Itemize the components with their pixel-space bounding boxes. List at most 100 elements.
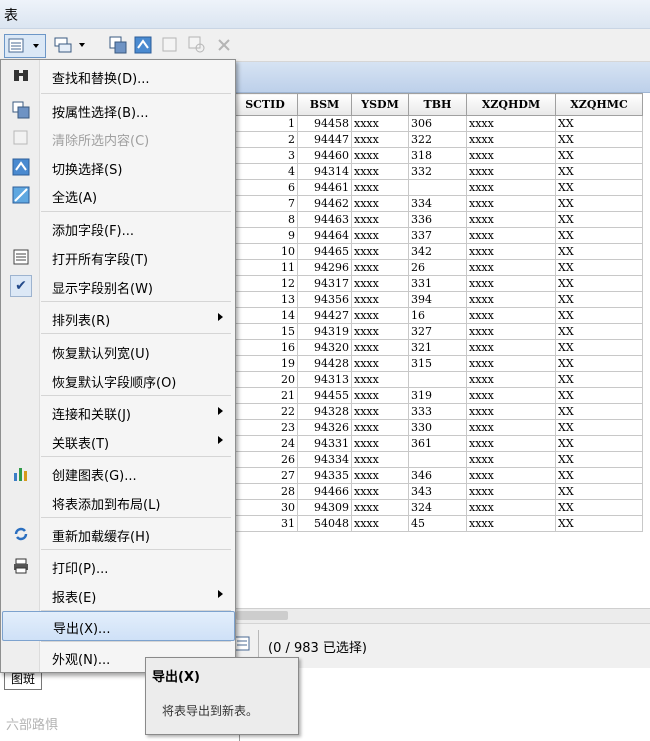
table-cell[interactable]: xxxx — [351, 195, 409, 212]
table-cell[interactable]: XX — [555, 211, 643, 228]
table-cell[interactable]: xxxx — [466, 467, 556, 484]
table-row[interactable]: 20 94313 xxxx xxxx XX — [232, 371, 643, 388]
column-header[interactable]: XZQHMC — [555, 93, 643, 116]
table-row[interactable]: 11 94296 xxxx 26 xxxx XX — [232, 259, 643, 276]
table-cell[interactable]: xxxx — [351, 211, 409, 228]
table-cell[interactable]: xxxx — [351, 115, 409, 132]
table-cell[interactable]: xxxx — [351, 403, 409, 420]
table-cell[interactable]: xxxx — [466, 307, 556, 324]
table-cell[interactable]: XX — [555, 387, 643, 404]
table-cell[interactable]: XX — [555, 483, 643, 500]
table-cell[interactable]: xxxx — [351, 339, 409, 356]
table-cell[interactable]: 94463 — [297, 211, 352, 228]
table-cell[interactable]: xxxx — [466, 147, 556, 164]
table-row[interactable]: 9 94464 xxxx 337 xxxx XX — [232, 227, 643, 244]
table-row[interactable]: 27 94335 xxxx 346 xxxx XX — [232, 467, 643, 484]
table-row[interactable]: 2 94447 xxxx 322 xxxx XX — [232, 131, 643, 148]
table-cell[interactable]: 322 — [408, 131, 467, 148]
table-cell[interactable]: 94314 — [297, 163, 352, 180]
menu-item-reload-cache[interactable]: 重新加载缓存(H) — [2, 520, 233, 548]
table-cell[interactable]: xxxx — [466, 355, 556, 372]
table-cell[interactable]: 13 — [232, 291, 298, 308]
table-cell[interactable]: 2 — [232, 131, 298, 148]
table-cell[interactable] — [408, 451, 467, 468]
table-cell[interactable]: xxxx — [466, 179, 556, 196]
table-cell[interactable]: 27 — [232, 467, 298, 484]
table-row[interactable]: 14 94427 xxxx 16 xxxx XX — [232, 307, 643, 324]
table-cell[interactable]: 11 — [232, 259, 298, 276]
table-cell[interactable]: xxxx — [466, 275, 556, 292]
table-cell[interactable]: 6 — [232, 179, 298, 196]
table-cell[interactable]: 94461 — [297, 179, 352, 196]
table-cell[interactable]: xxxx — [351, 275, 409, 292]
table-cell[interactable]: 336 — [408, 211, 467, 228]
table-cell[interactable]: 4 — [232, 163, 298, 180]
table-row[interactable]: 6 94461 xxxx xxxx XX — [232, 179, 643, 196]
table-cell[interactable]: 26 — [408, 259, 467, 276]
table-cell[interactable]: 10 — [232, 243, 298, 260]
column-header[interactable]: YSDM — [351, 93, 409, 116]
table-cell[interactable]: 12 — [232, 275, 298, 292]
table-cell[interactable]: xxxx — [351, 131, 409, 148]
related-tables-button[interactable] — [52, 34, 90, 56]
table-cell[interactable]: 327 — [408, 323, 467, 340]
table-cell[interactable]: XX — [555, 499, 643, 516]
table-cell[interactable]: XX — [555, 163, 643, 180]
table-cell[interactable]: 19 — [232, 355, 298, 372]
table-row[interactable]: 7 94462 xxxx 334 xxxx XX — [232, 195, 643, 212]
table-row[interactable]: 19 94428 xxxx 315 xxxx XX — [232, 355, 643, 372]
table-cell[interactable]: 94465 — [297, 243, 352, 260]
table-cell[interactable]: xxxx — [466, 371, 556, 388]
table-cell[interactable]: xxxx — [466, 483, 556, 500]
table-cell[interactable]: xxxx — [351, 371, 409, 388]
table-cell[interactable]: xxxx — [351, 499, 409, 516]
menu-item-show-field-aliases[interactable]: ✔ 显示字段别名(W) — [2, 272, 233, 300]
table-cell[interactable]: 16 — [408, 307, 467, 324]
table-row[interactable]: 26 94334 xxxx xxxx XX — [232, 451, 643, 468]
table-cell[interactable]: xxxx — [351, 147, 409, 164]
table-cell[interactable]: 45 — [408, 515, 467, 532]
table-cell[interactable]: 3 — [232, 147, 298, 164]
column-header[interactable]: SCTID — [232, 93, 298, 116]
delete-selected-toolbar-button[interactable] — [214, 34, 234, 56]
table-cell[interactable]: xxxx — [466, 195, 556, 212]
table-cell[interactable]: 342 — [408, 243, 467, 260]
table-cell[interactable]: 94328 — [297, 403, 352, 420]
table-row[interactable]: 4 94314 xxxx 332 xxxx XX — [232, 163, 643, 180]
table-cell[interactable]: 94335 — [297, 467, 352, 484]
menu-item-add-field[interactable]: 添加字段(F)... — [2, 214, 233, 242]
table-cell[interactable]: 14 — [232, 307, 298, 324]
table-cell[interactable]: 330 — [408, 419, 467, 436]
table-cell[interactable]: xxxx — [351, 179, 409, 196]
table-cell[interactable]: xxxx — [466, 259, 556, 276]
column-header[interactable]: BSM — [297, 93, 352, 116]
table-cell[interactable]: XX — [555, 339, 643, 356]
table-cell[interactable]: XX — [555, 515, 643, 532]
table-cell[interactable]: xxxx — [351, 387, 409, 404]
table-cell[interactable]: 334 — [408, 195, 467, 212]
table-cell[interactable]: 321 — [408, 339, 467, 356]
menu-item-arrange-tables[interactable]: 排列表(R) — [2, 304, 233, 332]
table-cell[interactable]: XX — [555, 323, 643, 340]
table-cell[interactable]: 343 — [408, 483, 467, 500]
table-cell[interactable]: xxxx — [351, 243, 409, 260]
clear-selection-toolbar-button[interactable] — [160, 34, 180, 56]
table-cell[interactable]: 1 — [232, 115, 298, 132]
table-cell[interactable]: XX — [555, 355, 643, 372]
table-options-button[interactable] — [4, 34, 46, 58]
menu-item-related-tables[interactable]: 关联表(T) — [2, 427, 233, 455]
table-cell[interactable]: 94331 — [297, 435, 352, 452]
table-cell[interactable]: 306 — [408, 115, 467, 132]
menu-item-joins-relates[interactable]: 连接和关联(J) — [2, 398, 233, 426]
table-cell[interactable]: xxxx — [466, 419, 556, 436]
select-by-attributes-toolbar-button[interactable] — [107, 34, 129, 56]
table-cell[interactable]: xxxx — [466, 163, 556, 180]
table-cell[interactable]: xxxx — [351, 515, 409, 532]
table-row[interactable]: 8 94463 xxxx 336 xxxx XX — [232, 211, 643, 228]
table-cell[interactable]: 15 — [232, 323, 298, 340]
table-cell[interactable]: 331 — [408, 275, 467, 292]
menu-item-export[interactable]: 导出(X)... — [2, 611, 235, 641]
table-cell[interactable]: xxxx — [466, 243, 556, 260]
table-cell[interactable]: 94319 — [297, 323, 352, 340]
show-selected-records-icon[interactable] — [234, 636, 252, 652]
